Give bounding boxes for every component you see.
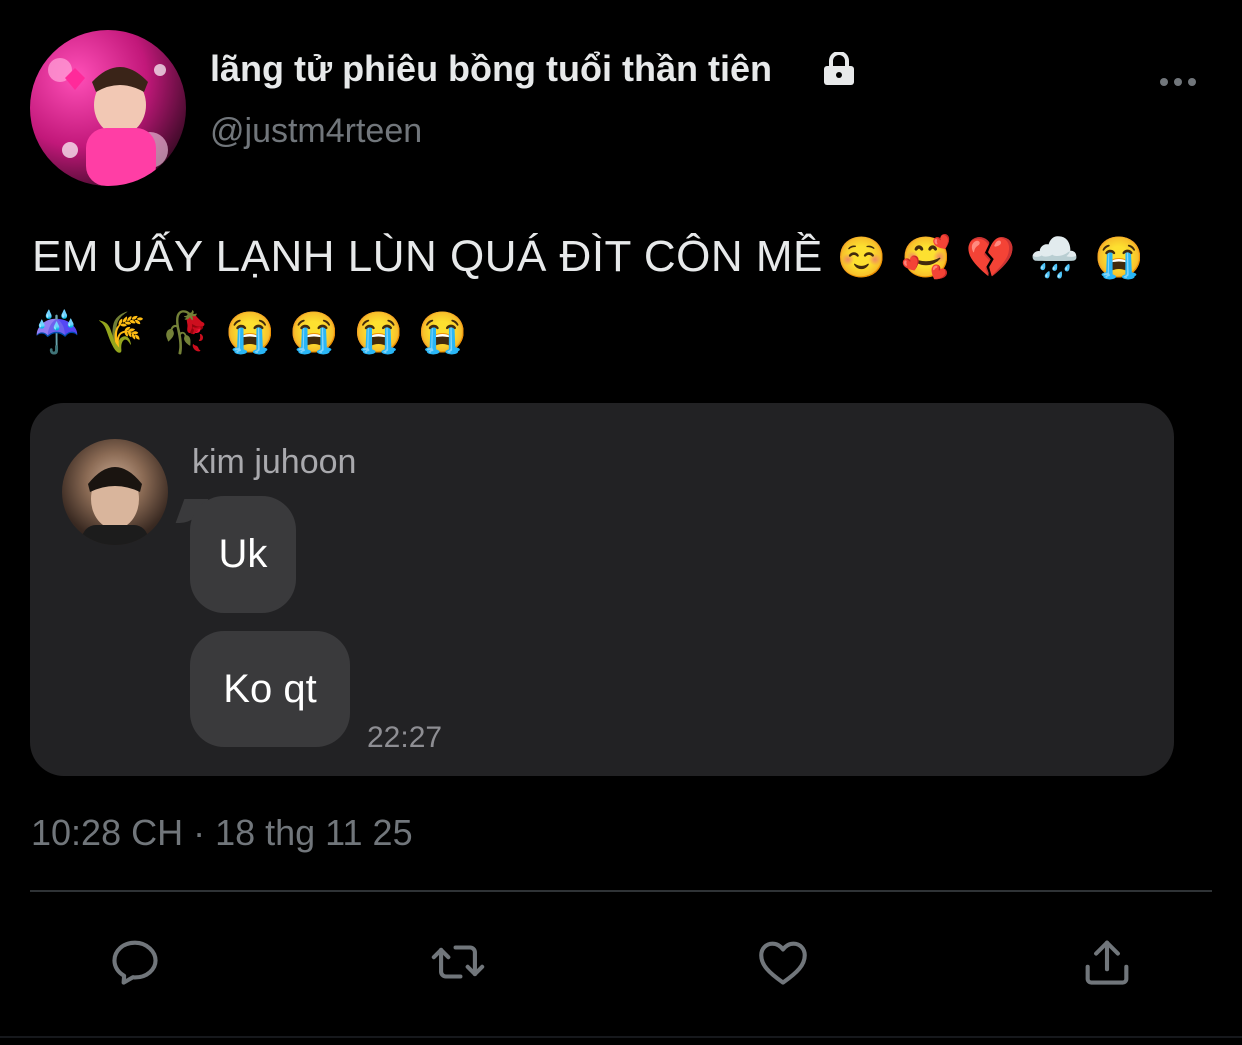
emoji: 😭 <box>1094 236 1145 280</box>
sender-avatar-image <box>82 467 148 545</box>
author-display-name[interactable]: lãng tử phiêu bồng tuổi thần tiên <box>210 48 772 90</box>
message-bubble: Uk <box>190 496 296 613</box>
message-text: Ko qt <box>223 666 317 711</box>
message-bubble: Ko qt <box>190 631 350 747</box>
tweet-text-body: EM UẤY LẠNH LÙN QUÁ ĐÌT CÔN MỀ <box>32 232 823 281</box>
emoji: 🌾 <box>96 311 147 355</box>
more-options-icon[interactable] <box>1158 72 1198 92</box>
heart-icon <box>759 941 807 985</box>
author-avatar[interactable] <box>30 30 186 186</box>
reply-icon <box>112 940 158 985</box>
emoji: 🌧️ <box>1029 236 1081 280</box>
tweet-timestamp[interactable]: 10:28 CH · 18 thg 11 25 <box>31 812 413 854</box>
emoji: 😭 <box>224 311 276 355</box>
share-button[interactable] <box>1077 930 1137 994</box>
emoji: 😭 <box>417 311 469 355</box>
retweet-icon <box>431 945 485 979</box>
author-handle[interactable]: @justm4rteen <box>210 112 422 151</box>
sender-avatar <box>62 439 168 545</box>
action-bar <box>0 930 1242 1000</box>
tweet-text: EM UẤY LẠNH LÙN QUÁ ĐÌT CÔN MỀ ☺️ 🥰 💔 🌧️ 😭 ☔ 🌾 🥀… <box>32 220 1212 370</box>
avatar-image <box>48 58 168 186</box>
like-button[interactable] <box>753 930 813 994</box>
emoji: 💔 <box>965 236 1016 280</box>
message-text: Uk <box>218 532 268 576</box>
emoji: 😭 <box>353 311 404 355</box>
share-icon <box>1085 940 1129 985</box>
emoji: 🥀 <box>160 311 211 355</box>
divider <box>30 890 1212 892</box>
emoji: ☺️ <box>836 236 888 280</box>
message-time: 22:27 <box>367 721 443 754</box>
tweet-header: lãng tử phiêu bồng tuổi thần tiên @justm… <box>0 0 1242 200</box>
lock-icon <box>824 52 854 85</box>
emoji: ☔ <box>32 311 83 355</box>
emoji: 🥰 <box>901 236 952 280</box>
bottom-divider <box>0 1036 1242 1038</box>
reply-button[interactable] <box>105 930 165 994</box>
attached-image[interactable]: kim juhoon Uk Ko qt 22:27 <box>30 403 1174 776</box>
retweet-button[interactable] <box>428 930 488 994</box>
emoji: 😭 <box>289 311 340 355</box>
sender-name: kim juhoon <box>192 443 357 481</box>
